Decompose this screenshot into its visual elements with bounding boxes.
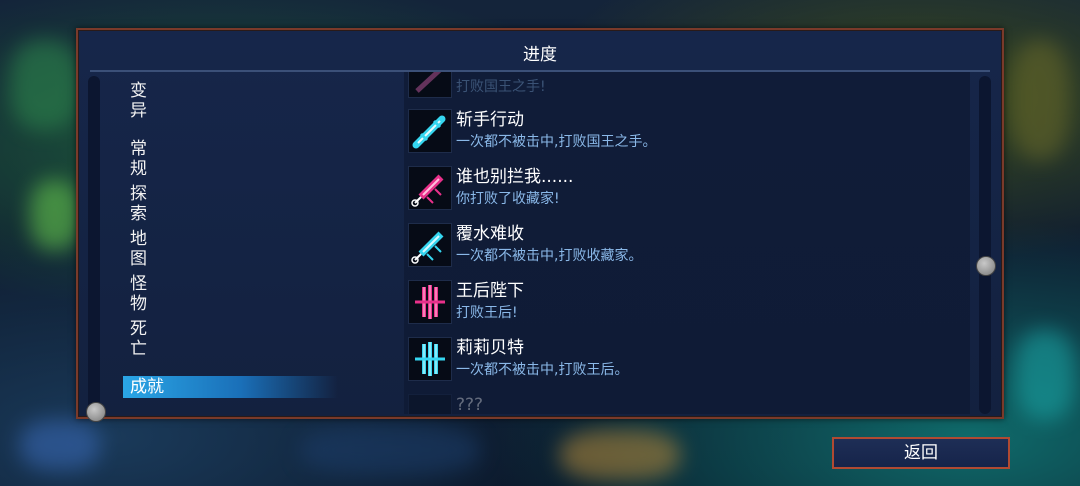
achievement-name: 莉莉贝特 [456,338,524,358]
achievement-desc: 你打败了收藏家! [456,191,560,207]
list-item[interactable]: 覆水难收 一次都不被击中,打败收藏家。 [406,221,966,273]
achievement-name: ??? [456,395,484,414]
achievement-desc: 打败国王之手! [456,79,546,95]
category-exploration[interactable]: 探索 [130,184,147,224]
achievement-name: 覆水难收 [456,224,524,244]
progress-dialog: 进度 变异 常规 探索 地图 怪物 死亡 成就 打败国王之手! 斩手行动 一次都… [76,28,1004,422]
cyan-sword-icon [408,109,452,153]
list-item[interactable]: 莉莉贝特 一次都不被击中,打败王后。 [406,335,966,387]
list-item[interactable]: 谁也别拦我...... 你打败了收藏家! [406,164,966,216]
category-scrollbar[interactable] [88,76,100,414]
achievement-name: 斩手行动 [456,110,524,130]
cyan-syringe-icon [408,223,452,267]
achievement-scroll-handle[interactable] [976,256,996,276]
achievement-desc: 一次都不被击中,打败王后。 [456,362,629,378]
achievement-scrollbar[interactable] [979,76,991,414]
category-map[interactable]: 地图 [130,229,147,269]
achievement-name: 王后陛下 [456,281,524,301]
achievement-name: 谁也别拦我...... [456,167,574,187]
achievement-desc: 一次都不被击中,打败收藏家。 [456,248,643,264]
magenta-syringe-icon [408,166,452,210]
locked-achievement-icon [408,394,452,414]
category-monsters[interactable]: 怪物 [130,274,147,314]
category-achievements[interactable]: 成就 [123,376,338,398]
dialog-title: 进度 [523,45,557,65]
achievement-desc: 一次都不被击中,打败国王之手。 [456,134,657,150]
category-general[interactable]: 常规 [130,139,147,179]
list-item[interactable]: 斩手行动 一次都不被击中,打败国王之手。 [406,107,966,159]
achievement-desc: 打败王后! [456,305,518,321]
category-mutations[interactable]: 变异 [130,81,147,121]
faded-achievement-icon [408,72,452,98]
category-deaths[interactable]: 死亡 [130,319,147,359]
list-item[interactable]: 王后陛下 打败王后! [406,278,966,330]
achievement-list[interactable]: 打败国王之手! 斩手行动 一次都不被击中,打败国王之手。 谁也别拦我......… [404,72,970,414]
cyan-claw-icon [408,337,452,381]
magenta-claw-icon [408,280,452,324]
list-item-partial-top: 打败国王之手! [406,72,966,104]
back-button[interactable]: 返回 [832,437,1010,469]
list-item-partial-bottom: ??? [406,392,966,414]
category-scroll-handle[interactable] [86,402,106,422]
category-achievements-label: 成就 [130,377,164,397]
